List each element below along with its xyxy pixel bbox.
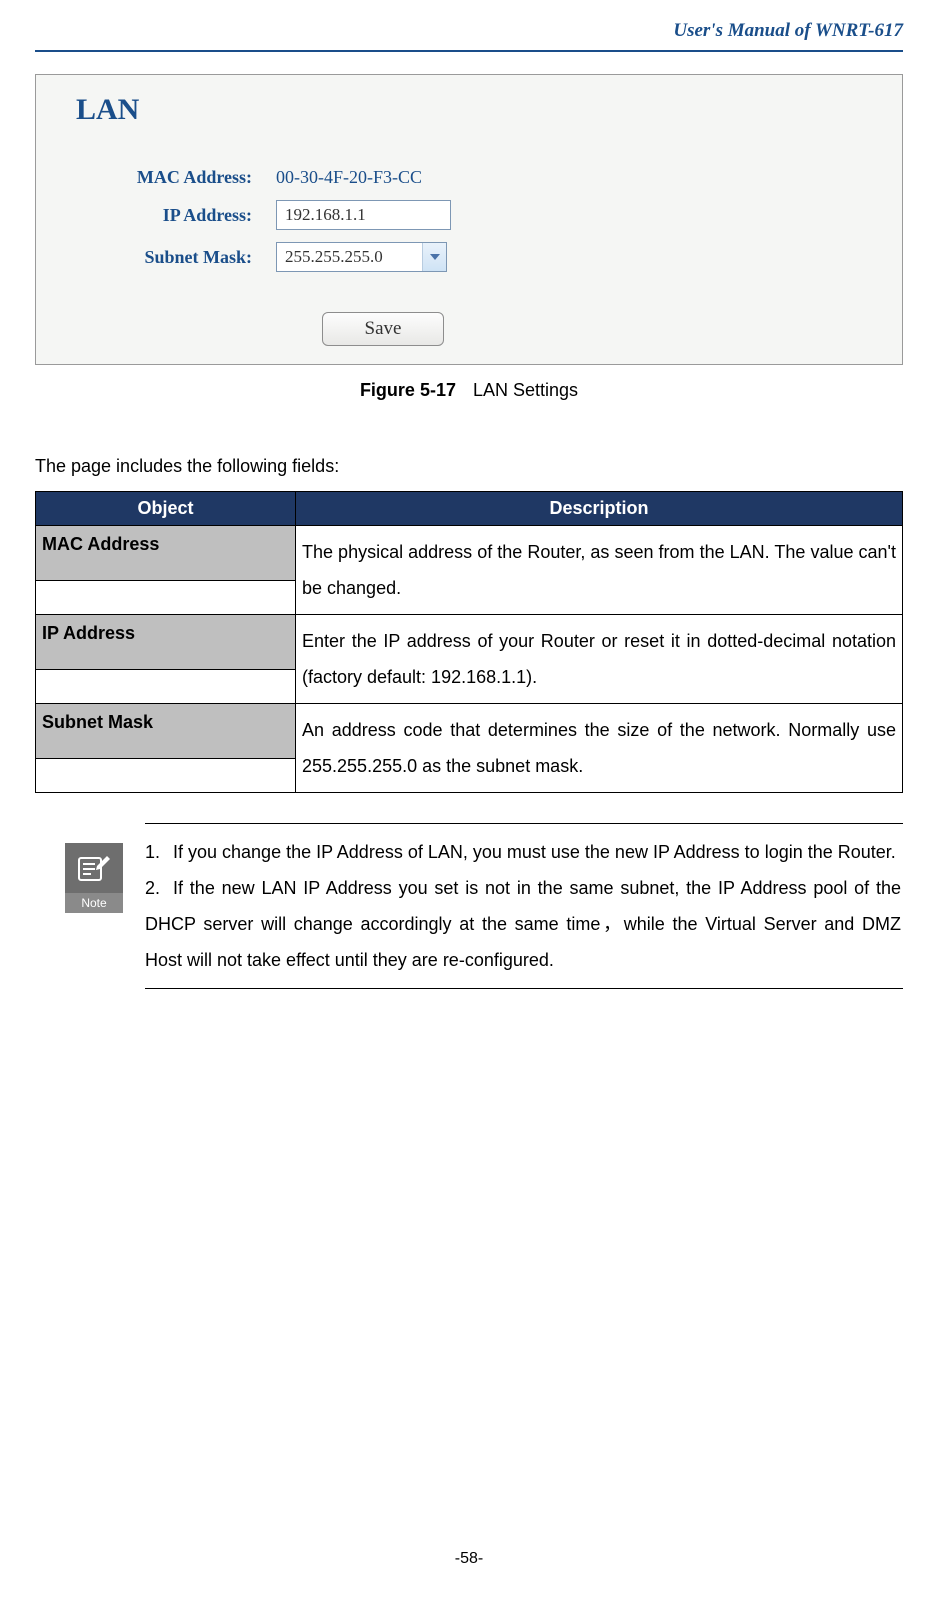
table-row: MAC Address The physical address of the …: [36, 526, 903, 615]
subnet-mask-label: Subnet Mask:: [76, 247, 276, 268]
table-row: IP Address Enter the IP address of your …: [36, 615, 903, 704]
subnet-mask-select[interactable]: 255.255.255.0: [276, 242, 447, 272]
figure-number: Figure 5-17: [360, 380, 456, 400]
mac-row: MAC Address: 00-30-4F-20-F3-CC: [76, 167, 902, 188]
object-cell: MAC Address: [36, 526, 296, 615]
lan-settings-screenshot: LAN MAC Address: 00-30-4F-20-F3-CC IP Ad…: [35, 74, 903, 365]
table-header-description: Description: [296, 492, 903, 526]
fields-table: Object Description MAC Address The physi…: [35, 491, 903, 793]
cell-spacer: [36, 758, 295, 792]
save-button[interactable]: Save: [322, 312, 444, 346]
chevron-down-icon[interactable]: [422, 243, 446, 271]
object-name: MAC Address: [42, 534, 159, 554]
object-name: IP Address: [42, 623, 135, 643]
description-cell: An address code that determines the size…: [296, 704, 903, 793]
mask-row: Subnet Mask: 255.255.255.0: [76, 242, 902, 272]
description-cell: The physical address of the Router, as s…: [296, 526, 903, 615]
note-block: Note 1.If you change the IP Address of L…: [35, 823, 903, 989]
ip-row: IP Address:: [76, 200, 902, 230]
subnet-mask-value: 255.255.255.0: [277, 243, 422, 271]
object-cell: IP Address: [36, 615, 296, 704]
object-cell: Subnet Mask: [36, 704, 296, 793]
cell-spacer: [36, 669, 295, 703]
note-item-text: If you change the IP Address of LAN, you…: [173, 842, 896, 862]
note-icon: Note: [65, 843, 123, 913]
intro-text: The page includes the following fields:: [35, 456, 903, 477]
note-icon-label: Note: [65, 893, 123, 913]
note-item: 1.If you change the IP Address of LAN, y…: [145, 834, 901, 870]
ip-address-input[interactable]: [276, 200, 451, 230]
note-item: 2.If the new LAN IP Address you set is n…: [145, 870, 901, 978]
table-row: Subnet Mask An address code that determi…: [36, 704, 903, 793]
object-name: Subnet Mask: [42, 712, 153, 732]
ip-address-label: IP Address:: [76, 205, 276, 226]
table-header-object: Object: [36, 492, 296, 526]
figure-caption: Figure 5-17 LAN Settings: [35, 380, 903, 401]
page-number: -58-: [0, 1550, 938, 1568]
mac-address-value: 00-30-4F-20-F3-CC: [276, 167, 422, 188]
pencil-note-icon: [65, 843, 123, 893]
note-text: 1.If you change the IP Address of LAN, y…: [145, 823, 903, 989]
figure-title: LAN Settings: [473, 380, 578, 400]
note-item-text: If the new LAN IP Address you set is not…: [145, 878, 901, 970]
description-cell: Enter the IP address of your Router or r…: [296, 615, 903, 704]
save-row: Save: [76, 312, 902, 346]
panel-title: LAN: [76, 93, 902, 127]
cell-spacer: [36, 580, 295, 614]
mac-address-label: MAC Address:: [76, 167, 276, 188]
document-header: User's Manual of WNRT-617: [35, 20, 903, 52]
